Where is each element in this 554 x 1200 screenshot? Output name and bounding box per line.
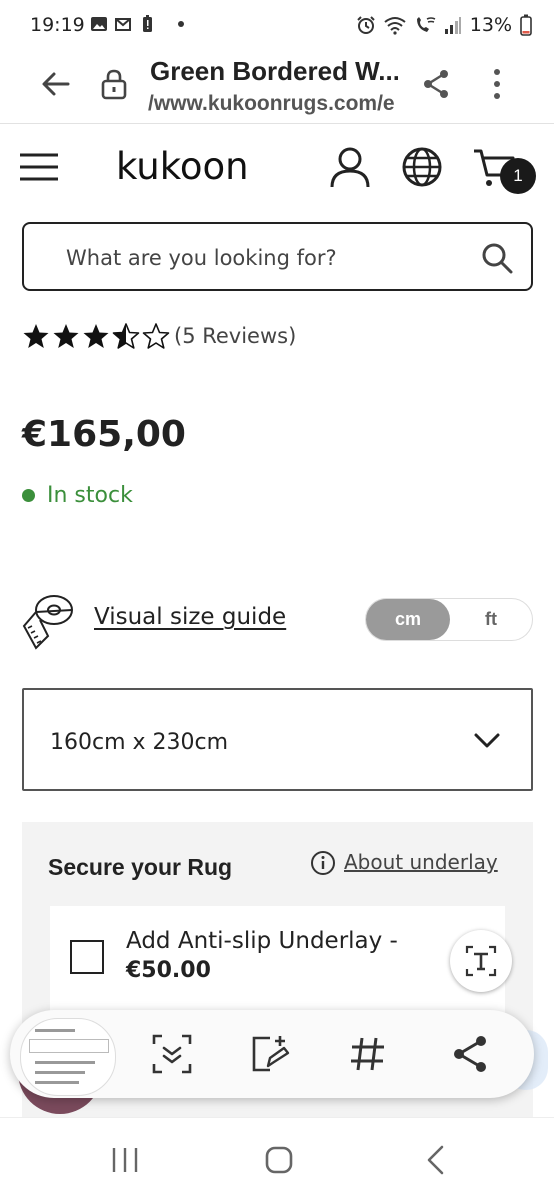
star-full-icon: [53, 324, 79, 348]
star-full-icon: [83, 324, 109, 348]
info-icon[interactable]: [310, 850, 336, 876]
site-logo[interactable]: kukoon: [116, 145, 249, 188]
search-icon[interactable]: [481, 242, 513, 274]
extract-text-button[interactable]: [450, 930, 512, 992]
cart-count-badge[interactable]: 1: [500, 158, 536, 194]
share-icon[interactable]: [420, 68, 452, 100]
share-icon[interactable]: [448, 1032, 492, 1076]
stock-status: In stock: [22, 483, 133, 508]
recent-apps-icon[interactable]: [110, 1144, 140, 1176]
unit-option-ft[interactable]: ft: [450, 599, 532, 640]
draw-edit-icon[interactable]: [248, 1032, 292, 1076]
product-rating[interactable]: (5 Reviews): [22, 322, 296, 350]
size-select[interactable]: 160cm x 230cm: [22, 688, 533, 791]
underlay-label: Add Anti-slip Underlay -: [126, 928, 398, 954]
underlay-price: €50.00: [126, 958, 211, 983]
battery-alert-icon: [143, 15, 152, 32]
gmail-icon: [115, 18, 131, 31]
browser-toolbar: Green Bordered W... /www.kukoonrugs.com/…: [0, 52, 554, 124]
chevron-down-icon[interactable]: [473, 728, 501, 752]
account-icon[interactable]: [328, 145, 372, 189]
signal-icon: [444, 17, 461, 34]
unit-option-cm[interactable]: cm: [366, 599, 450, 640]
status-bar: 19:19 13%: [0, 0, 554, 52]
system-icons: 13%: [356, 14, 532, 36]
star-full-icon: [23, 324, 49, 348]
reviews-count[interactable]: (5 Reviews): [174, 324, 296, 348]
wifi-call-icon: [416, 17, 436, 32]
battery-icon: [520, 14, 532, 36]
system-nav-bar: [0, 1117, 554, 1200]
wifi-icon: [384, 17, 406, 35]
about-underlay-link[interactable]: About underlay: [344, 850, 498, 874]
url-bar[interactable]: /www.kukoonrugs.com/e: [148, 92, 396, 116]
battery-percent: 13%: [469, 14, 512, 36]
scroll-capture-icon[interactable]: [150, 1032, 194, 1076]
globe-icon[interactable]: [400, 145, 444, 189]
measuring-tape-icon[interactable]: [20, 592, 76, 650]
text-scan-icon: [465, 945, 497, 977]
underlay-checkbox[interactable]: [70, 940, 104, 974]
more-notifications-dot: [178, 21, 184, 27]
unit-toggle[interactable]: cm ft: [365, 598, 533, 641]
screenshot-toolbar: [10, 1010, 534, 1098]
visual-size-guide-link[interactable]: Visual size guide: [94, 604, 286, 630]
nav-back-icon[interactable]: [424, 1144, 446, 1176]
size-selected-value: 160cm x 230cm: [50, 730, 229, 755]
stock-indicator-dot: [22, 489, 35, 502]
search-box[interactable]: [22, 222, 533, 291]
more-options-icon[interactable]: [485, 66, 509, 102]
hashtag-icon[interactable]: [346, 1032, 390, 1076]
gallery-icon: [91, 17, 107, 31]
star-empty-icon: [142, 323, 170, 349]
status-time: 19:19: [30, 14, 85, 36]
search-input[interactable]: [66, 244, 446, 272]
lock-icon[interactable]: [100, 68, 128, 100]
underlay-option[interactable]: Add Anti-slip Underlay - €50.00: [50, 906, 505, 1026]
notification-icons: [90, 15, 184, 33]
secure-rug-title: Secure your Rug: [48, 854, 233, 880]
menu-icon[interactable]: [18, 149, 60, 185]
alarm-icon: [357, 16, 375, 34]
stock-label: In stock: [47, 483, 133, 508]
screenshot-thumbnail[interactable]: [20, 1018, 116, 1096]
star-half-icon: [112, 323, 140, 349]
product-price: €165,00: [22, 414, 186, 455]
site-header: kukoon 1: [0, 125, 554, 215]
back-arrow-icon[interactable]: [40, 68, 72, 100]
rating-stars: [22, 322, 170, 350]
page-title[interactable]: Green Bordered W...: [150, 56, 398, 87]
home-icon[interactable]: [264, 1144, 294, 1176]
